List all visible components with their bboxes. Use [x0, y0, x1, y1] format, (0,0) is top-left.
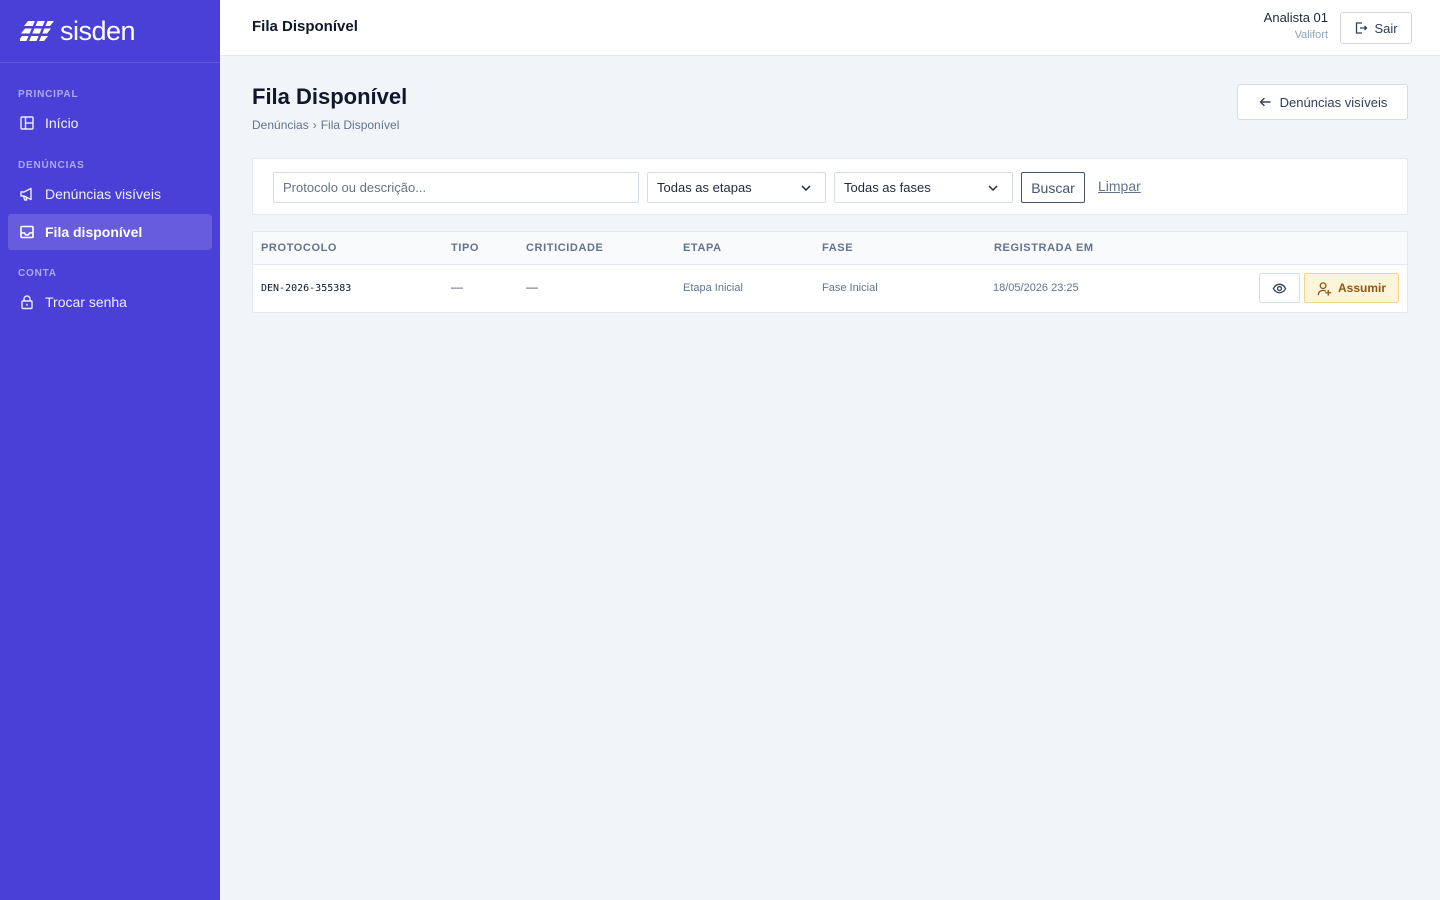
table-header: PROTOCOLO TIPO CRITICIDADE ETAPA FASE RE… — [253, 232, 1407, 265]
column-header-protocolo: PROTOCOLO — [261, 242, 338, 254]
cell-criticality: — — [526, 280, 538, 294]
stage-select-value: Todas as etapas — [657, 180, 752, 195]
nav-section-principal: PRINCIPAL — [18, 89, 79, 100]
nav-section-conta: CONTA — [18, 268, 57, 279]
cell-type: — — [451, 280, 463, 294]
cell-registered-at: 18/05/2026 23:25 — [993, 282, 1079, 294]
topbar: Fila Disponível Analista 01 Valifort Sai… — [220, 0, 1440, 56]
phase-select-value: Todas as fases — [844, 180, 931, 195]
chevron-down-icon — [988, 184, 998, 191]
brand-name: sisden — [60, 15, 136, 46]
chevron-down-icon — [801, 184, 811, 191]
filter-bar: Todas as etapas Todas as fases Buscar Li… — [252, 158, 1408, 215]
logout-icon — [1356, 22, 1368, 34]
lock-icon — [19, 294, 35, 310]
arrow-left-icon — [1259, 97, 1271, 107]
inbox-icon — [19, 224, 35, 240]
sidebar-item-inicio[interactable]: Início — [8, 105, 212, 141]
column-header-fase: FASE — [822, 242, 854, 254]
user-name: Analista 01 — [1263, 10, 1328, 25]
user-plus-icon — [1317, 281, 1332, 296]
page-title: Fila Disponível — [252, 84, 408, 109]
breadcrumb-link-denuncias[interactable]: Denúncias — [252, 118, 309, 132]
eye-icon — [1272, 283, 1287, 293]
cell-phase: Fase Inicial — [822, 282, 878, 294]
sidebar: sisden PRINCIPAL Início DENÚNCIAS Denúnc… — [0, 0, 220, 900]
phase-select[interactable]: Todas as fases — [834, 172, 1013, 203]
assume-button-label: Assumir — [1337, 281, 1387, 295]
sidebar-item-label: Início — [45, 115, 79, 131]
sidebar-item-fila-disponivel[interactable]: Fila disponível — [8, 214, 212, 250]
logout-label: Sair — [1374, 20, 1398, 36]
search-input[interactable] — [273, 172, 639, 203]
table-row: DEN-2026-355383 — — Etapa Inicial Fase I… — [253, 265, 1407, 312]
user-info: Analista 01 Valifort — [1264, 10, 1328, 41]
user-organization: Valifort — [1294, 29, 1328, 41]
logout-button[interactable]: Sair — [1340, 12, 1412, 44]
column-header-etapa: ETAPA — [683, 242, 722, 254]
cell-stage: Etapa Inicial — [683, 282, 743, 294]
brand[interactable]: sisden — [0, 0, 220, 63]
sidebar-item-label: Trocar senha — [45, 294, 127, 310]
column-header-criticidade: CRITICIDADE — [526, 242, 604, 254]
topbar-title: Fila Disponível — [252, 18, 358, 35]
queue-table: PROTOCOLO TIPO CRITICIDADE ETAPA FASE RE… — [252, 231, 1408, 313]
clear-filters-link[interactable]: Limpar — [1098, 178, 1141, 194]
search-button[interactable]: Buscar — [1021, 172, 1085, 203]
view-complaint-button[interactable] — [1259, 273, 1300, 303]
back-button-label: Denúncias visíveis — [1279, 94, 1388, 110]
layout-icon — [19, 115, 35, 131]
breadcrumb: Denúncias › Fila Disponível — [252, 118, 399, 132]
cell-protocol: DEN-2026-355383 — [261, 283, 352, 294]
sidebar-item-label: Fila disponível — [45, 224, 143, 240]
breadcrumb-separator: › — [312, 118, 317, 132]
breadcrumb-current: Fila Disponível — [320, 118, 400, 132]
stage-select[interactable]: Todas as etapas — [647, 172, 826, 203]
nav-section-denuncias: DENÚNCIAS — [18, 160, 85, 171]
back-to-visible-complaints-button[interactable]: Denúncias visíveis — [1237, 84, 1408, 120]
sidebar-item-trocar-senha[interactable]: Trocar senha — [8, 284, 212, 320]
brand-logo-icon — [20, 19, 54, 43]
column-header-tipo: TIPO — [451, 242, 480, 254]
megaphone-icon — [19, 186, 35, 202]
sidebar-item-denuncias-visiveis[interactable]: Denúncias visíveis — [8, 176, 212, 212]
sidebar-item-label: Denúncias visíveis — [45, 186, 161, 202]
column-header-registrada-em: REGISTRADA EM — [994, 242, 1094, 254]
assume-complaint-button[interactable]: Assumir — [1304, 273, 1399, 303]
